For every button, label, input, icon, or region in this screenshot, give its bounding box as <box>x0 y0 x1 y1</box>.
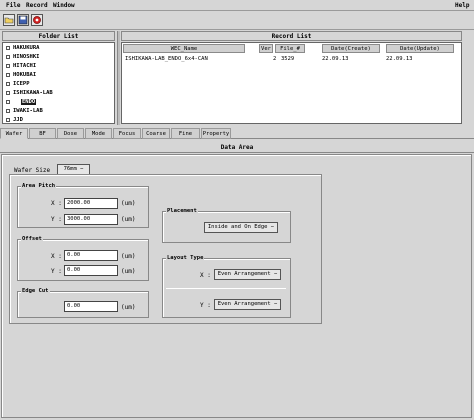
folder-expand-icon[interactable] <box>6 73 10 77</box>
pane-splitter[interactable] <box>117 31 120 125</box>
table-cell[interactable]: 22.09.13 <box>386 56 413 62</box>
folder-expand-icon[interactable] <box>6 46 10 50</box>
wafer-size-label: Wafer Size <box>14 167 51 174</box>
folder-item[interactable]: HITACHI <box>13 63 36 69</box>
layout-x-label: X : <box>200 272 211 279</box>
folder-expand-icon[interactable] <box>6 118 10 122</box>
menu-help[interactable]: Help <box>455 2 469 9</box>
folder-item[interactable]: HAKUKURA <box>13 45 40 51</box>
layout-x-value: Even Arrangement <box>217 271 271 277</box>
folder-expand-icon[interactable] <box>6 100 10 104</box>
option-menu-icon: − <box>273 301 278 307</box>
tab-dose[interactable]: Dose <box>57 128 84 139</box>
column-header[interactable]: Date(Create) <box>322 44 380 53</box>
area-pitch-x-input[interactable]: 2000.00 <box>64 198 118 209</box>
option-menu-icon: − <box>80 166 84 172</box>
edge-cut-unit: (um) <box>121 304 136 311</box>
area-pitch-x-unit: (um) <box>121 200 136 207</box>
edge-cut-input[interactable]: 0.00 <box>64 301 118 312</box>
record-list-title: Record List <box>121 31 462 41</box>
menu-file[interactable]: File <box>6 2 20 9</box>
layout-y-value: Even Arrangement <box>217 301 271 307</box>
folder-expand-icon[interactable] <box>6 64 10 68</box>
tab-property[interactable]: Property <box>201 128 231 139</box>
menu-bar: File Record Window Help <box>0 0 474 11</box>
folder-list-title: Folder List <box>2 31 115 41</box>
offset-y-label: Y : <box>51 268 62 275</box>
layout-x-select[interactable]: Even Arrangement − <box>214 269 281 280</box>
tab-fine[interactable]: Fine <box>171 128 200 139</box>
record-icon[interactable] <box>31 14 43 26</box>
layout-type-title: Layout Type <box>166 255 205 261</box>
folder-item[interactable]: HINOSHKI <box>13 54 40 60</box>
placement-title: Placement <box>166 208 198 214</box>
tab-coarse[interactable]: Coarse <box>142 128 170 139</box>
tab-wafer[interactable]: Wafer <box>0 128 28 139</box>
folder-expand-icon[interactable] <box>6 82 10 86</box>
column-header[interactable]: Date(Update) <box>386 44 454 53</box>
offset-title: Offset <box>21 236 43 242</box>
offset-y-input[interactable]: 0.00 <box>64 265 118 276</box>
menu-record[interactable]: Record <box>26 2 48 9</box>
folder-item[interactable]: HOKUBAI <box>13 72 36 78</box>
folder-tree[interactable]: HAKUKURA HINOSHKI HITACHI HOKUBAI ICEPP ISHIK… <box>2 42 115 124</box>
layout-y-label: Y : <box>200 302 211 309</box>
column-header[interactable]: WEC_Name <box>123 44 245 53</box>
area-pitch-y-unit: (um) <box>121 216 136 223</box>
area-pitch-x-label: X : <box>51 200 62 207</box>
folder-item[interactable]: ICEPP <box>13 81 30 87</box>
tab-mode[interactable]: Mode <box>85 128 112 139</box>
layout-y-select[interactable]: Even Arrangement − <box>214 299 281 310</box>
folder-expand-icon[interactable] <box>6 109 10 113</box>
column-header[interactable]: Ver <box>259 44 273 53</box>
folder-item[interactable]: ENDO <box>21 99 37 105</box>
menu-window[interactable]: Window <box>53 2 75 9</box>
table-cell[interactable]: 22.09.13 <box>322 56 349 62</box>
tab-focus[interactable]: Focus <box>113 128 141 139</box>
column-header[interactable]: File_# <box>275 44 305 53</box>
edge-cut-title: Edge Cut <box>21 288 50 294</box>
folder-item[interactable]: JJD <box>13 117 23 123</box>
folder-item[interactable]: ISHIKAWA-LAB <box>13 90 53 96</box>
table-cell[interactable]: 3529 <box>281 56 294 62</box>
folder-expand-icon[interactable] <box>6 91 10 95</box>
placement-value: Inside and On Edge <box>207 224 268 230</box>
offset-y-unit: (um) <box>121 268 136 275</box>
toolbar <box>0 11 474 30</box>
area-pitch-y-input[interactable]: 3000.00 <box>64 214 118 225</box>
table-cell[interactable]: ISHIKAWA-LAB_ENDO_6x4-CAN <box>125 56 208 62</box>
offset-x-unit: (um) <box>121 253 136 260</box>
offset-x-input[interactable]: 0.00 <box>64 250 118 261</box>
folder-icon[interactable] <box>3 14 15 26</box>
option-menu-icon: − <box>270 224 275 230</box>
table-cell[interactable]: 2 <box>273 56 276 62</box>
placement-select[interactable]: Inside and On Edge − <box>204 222 278 233</box>
area-pitch-title: Area Pitch <box>21 183 57 189</box>
option-menu-icon: − <box>273 271 278 277</box>
tab-bf[interactable]: BF <box>29 128 56 139</box>
folder-expand-icon[interactable] <box>6 55 10 59</box>
folder-item[interactable]: IWAKI-LAB <box>13 108 43 114</box>
layout-separator <box>166 288 286 289</box>
data-area-title: Data Area <box>0 142 474 153</box>
record-table: WEC_Name Ver File_# Date(Create) Date(Update… <box>121 42 462 124</box>
save-icon[interactable] <box>17 14 29 26</box>
wafer-size-value: 76mm <box>63 166 77 172</box>
area-pitch-y-label: Y : <box>51 216 62 223</box>
offset-x-label: X : <box>51 253 62 260</box>
